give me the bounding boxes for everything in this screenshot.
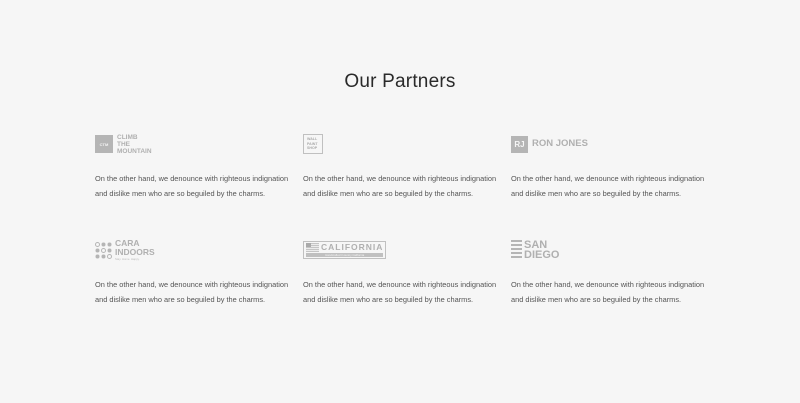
partner-card-cara-indoors: CARA INDOORS Stay. Home. Happy. On the o… [95, 239, 295, 307]
san-diego-logo[interactable]: SAN DIEGO [511, 239, 711, 261]
partner-description: On the other hand, we denounce with righ… [95, 280, 289, 304]
logo-wordmark: RON JONES [532, 138, 588, 150]
wall-paint-shop-box-icon: WALL PAINT SHOP [303, 134, 323, 154]
logo-wordmark: CALIFORNIA [321, 242, 384, 253]
logo-line: MOUNTAIN [117, 147, 152, 155]
dots-grid-icon [95, 241, 112, 259]
logo-line: SHOP [307, 146, 318, 151]
climb-the-mountain-logo[interactable]: CTM CLIMB THE MOUNTAIN [95, 133, 295, 155]
partner-card-california: CALIFORNIA Handcrafted in sunny Californ… [303, 239, 503, 307]
partner-description: On the other hand, we denounce with righ… [303, 174, 497, 198]
logo-line: INDOORS [115, 246, 155, 257]
logo-line: CLIMB [117, 133, 138, 141]
logo-line: DIEGO [524, 249, 560, 261]
logo-wordmark: CLIMB THE MOUNTAIN [117, 134, 152, 155]
partner-description: On the other hand, we denounce with righ… [95, 174, 289, 198]
logo-wordmark: SAN DIEGO [524, 240, 560, 261]
stripes-icon [511, 240, 522, 258]
ron-jones-logo[interactable]: RJ RON JONES [511, 133, 711, 155]
partner-description: On the other hand, we denounce with righ… [303, 280, 497, 304]
partner-card-san-diego: SAN DIEGO On the other hand, we denounce… [511, 239, 711, 307]
wall-paint-shop-logo[interactable]: WALL PAINT SHOP [303, 133, 503, 155]
logo-line: THE [117, 140, 130, 148]
partner-description: On the other hand, we denounce with righ… [511, 280, 705, 304]
partner-card-ron-jones: RJ RON JONES On the other hand, we denou… [511, 133, 711, 201]
section-title: Our Partners [344, 71, 456, 92]
ron-jones-badge-icon: RJ [511, 135, 528, 153]
partner-card-climb-the-mountain: CTM CLIMB THE MOUNTAIN On the other hand… [95, 133, 295, 201]
flag-icon [306, 243, 319, 252]
logo-tagline: Stay. Home. Happy. [115, 257, 140, 261]
california-frame: CALIFORNIA Handcrafted in sunny Californ… [303, 241, 387, 259]
partner-description: On the other hand, we denounce with righ… [511, 174, 705, 198]
logo-tagline: Handcrafted in sunny California [306, 253, 384, 257]
climb-the-mountain-badge-icon: CTM [95, 135, 113, 153]
california-logo[interactable]: CALIFORNIA Handcrafted in sunny Californ… [303, 239, 503, 261]
cara-indoors-logo[interactable]: CARA INDOORS Stay. Home. Happy. [95, 239, 295, 261]
partner-card-wall-paint-shop: WALL PAINT SHOP On the other hand, we de… [303, 133, 503, 201]
logo-wordmark: CARA INDOORS Stay. Home. Happy. [115, 239, 155, 261]
logo-badge-text: RJ [514, 139, 525, 149]
logo-badge-text: CTM [99, 141, 109, 147]
